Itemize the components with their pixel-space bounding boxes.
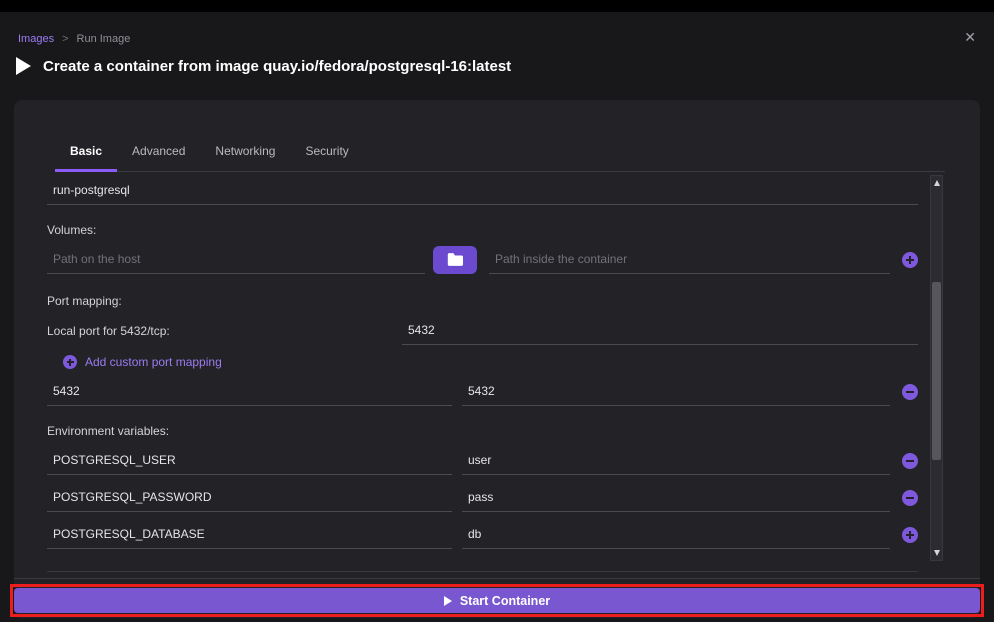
tab-networking[interactable]: Networking	[200, 136, 290, 172]
run-image-page: Images > Run Image ✕ Create a container …	[0, 0, 994, 622]
env-name-input[interactable]	[47, 483, 452, 512]
custom-port-row	[47, 377, 918, 406]
scrollbar-thumb[interactable]	[932, 282, 941, 460]
scrollbar[interactable]	[930, 175, 943, 561]
env-row	[47, 446, 918, 475]
port-mapping-label: Port mapping:	[47, 294, 918, 308]
env-value-input[interactable]	[462, 483, 890, 512]
env-value-input[interactable]	[462, 520, 890, 549]
volume-host-path-input[interactable]	[47, 245, 425, 274]
custom-port-host-input[interactable]	[47, 377, 452, 406]
play-icon	[444, 596, 452, 606]
breadcrumb: Images > Run Image	[18, 33, 130, 45]
volume-container-path-input[interactable]	[489, 245, 890, 274]
add-custom-port-label: Add custom port mapping	[85, 355, 222, 369]
local-port-input[interactable]	[402, 316, 918, 345]
page-title: Create a container from image quay.io/fe…	[43, 58, 511, 75]
dialog-panel: Basic Advanced Networking Security Volum…	[14, 100, 980, 618]
remove-env-icon[interactable]	[902, 453, 918, 469]
close-icon[interactable]: ✕	[964, 30, 976, 44]
breadcrumb-images-link[interactable]: Images	[18, 33, 54, 45]
custom-port-container-input[interactable]	[462, 377, 890, 406]
start-container-button[interactable]: Start Container	[14, 588, 980, 613]
env-name-input[interactable]	[47, 520, 452, 549]
volume-row	[47, 245, 918, 274]
tab-basic[interactable]: Basic	[55, 136, 117, 172]
add-volume-icon[interactable]	[902, 252, 918, 268]
env-variables-label: Environment variables:	[47, 424, 918, 438]
tab-security[interactable]: Security	[290, 136, 363, 172]
add-custom-port-mapping[interactable]: Add custom port mapping	[63, 355, 918, 369]
env-value-input[interactable]	[462, 446, 890, 475]
content-bottom-divider	[47, 571, 918, 572]
container-name-input[interactable]	[47, 176, 918, 205]
remove-port-mapping-icon[interactable]	[902, 384, 918, 400]
tab-advanced[interactable]: Advanced	[117, 136, 200, 172]
breadcrumb-separator: >	[62, 33, 68, 45]
scroll-up-icon[interactable]	[934, 180, 940, 186]
play-icon	[16, 57, 31, 75]
add-env-icon[interactable]	[902, 527, 918, 543]
tabs-bar: Basic Advanced Networking Security	[55, 136, 945, 172]
container-name-row	[47, 176, 918, 205]
scroll-down-icon[interactable]	[934, 550, 940, 556]
breadcrumb-current: Run Image	[77, 33, 131, 45]
window-top-strip	[0, 0, 994, 12]
add-icon	[63, 355, 77, 369]
volumes-label: Volumes:	[47, 223, 918, 237]
browse-folder-button[interactable]	[433, 246, 477, 274]
start-container-label: Start Container	[460, 594, 550, 608]
footer-divider	[14, 578, 980, 579]
remove-env-icon[interactable]	[902, 490, 918, 506]
folder-icon	[447, 253, 463, 266]
env-row	[47, 483, 918, 512]
env-name-input[interactable]	[47, 446, 452, 475]
form-content: Volumes: Port mapping: Local port for 54…	[47, 176, 918, 549]
env-row	[47, 520, 918, 549]
page-header: Create a container from image quay.io/fe…	[16, 57, 511, 75]
local-port-row: Local port for 5432/tcp:	[47, 316, 918, 345]
local-port-label: Local port for 5432/tcp:	[47, 324, 402, 338]
